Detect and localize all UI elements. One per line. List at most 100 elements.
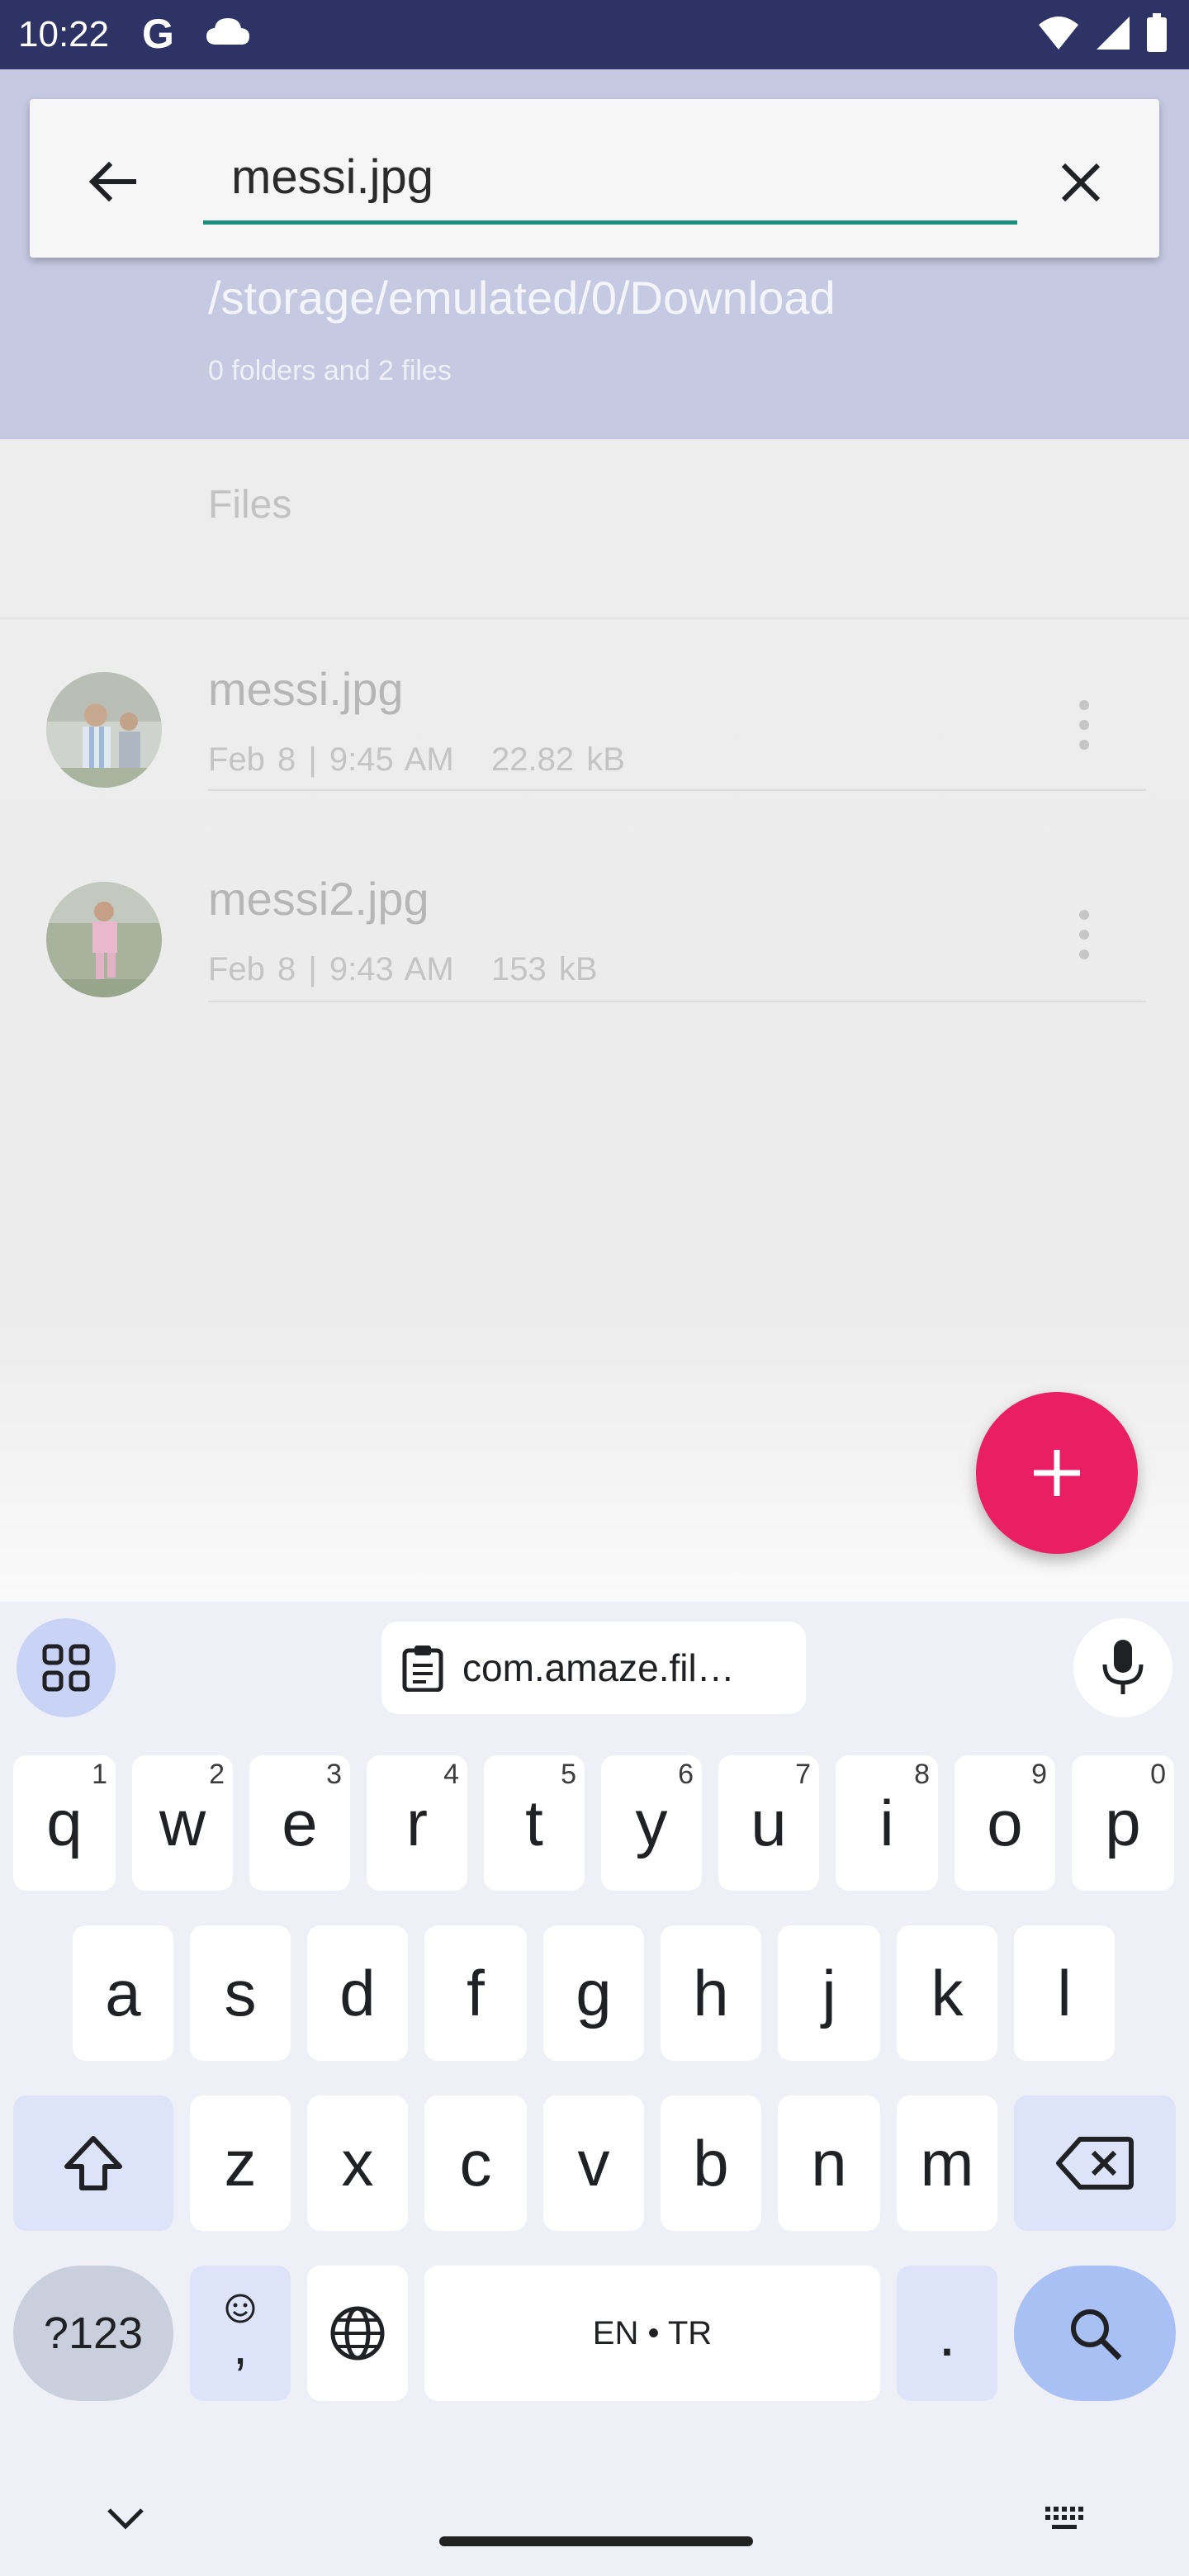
key-p[interactable]: p0: [1072, 1755, 1174, 1891]
key-label: r: [406, 1786, 428, 1859]
clipboard-icon: [402, 1646, 443, 1692]
arrow-left-icon[interactable]: [79, 149, 145, 215]
key-label: u: [751, 1786, 787, 1859]
file-name: messi2.jpg: [208, 873, 429, 925]
list-item[interactable]: messi2.jpg Feb 8 | 9:43 AM 153 kB: [0, 829, 1189, 1040]
keyboard: com.amaze.fil… q1 w2 e3 r4 t5 y6 u7 i8 o…: [0, 1602, 1189, 2576]
key-label: o: [987, 1786, 1023, 1859]
microphone-icon: [1102, 1640, 1144, 1694]
more-vert-icon[interactable]: [1063, 692, 1105, 758]
plus-icon: [1034, 1450, 1080, 1496]
key-h[interactable]: h: [661, 1925, 761, 2061]
keyboard-apps-button[interactable]: [17, 1618, 116, 1717]
symbols-key[interactable]: ?123: [13, 2266, 173, 2401]
key-x[interactable]: x: [307, 2095, 408, 2231]
file-thumbnail: [46, 882, 162, 997]
more-vert-icon[interactable]: [1063, 902, 1105, 968]
file-meta: Feb 8 | 9:43 AM 153 kB: [208, 951, 598, 988]
key-hint: 2: [209, 1759, 225, 1790]
key-g[interactable]: g: [543, 1925, 644, 2061]
key-hint: 9: [1031, 1759, 1047, 1790]
shift-key[interactable]: [13, 2095, 173, 2231]
key-r[interactable]: r4: [367, 1755, 467, 1891]
key-k[interactable]: k: [897, 1925, 997, 2061]
key-z[interactable]: z: [190, 2095, 291, 2231]
key-label: e: [282, 1786, 318, 1859]
search-bar: [30, 99, 1159, 258]
key-d[interactable]: d: [307, 1925, 408, 2061]
key-label: t: [525, 1786, 543, 1859]
file-date: Feb 8 | 9:43 AM: [208, 951, 454, 987]
key-n[interactable]: n: [778, 2095, 880, 2231]
chevron-down-icon[interactable]: [101, 2502, 150, 2535]
keyboard-switch-icon[interactable]: [1042, 2502, 1088, 2535]
key-i[interactable]: i8: [836, 1755, 938, 1891]
file-meta: Feb 8 | 9:45 AM 22.82 kB: [208, 741, 625, 779]
backspace-icon: [1056, 2137, 1134, 2190]
key-u[interactable]: u7: [718, 1755, 819, 1891]
file-name: messi.jpg: [208, 663, 404, 715]
key-b[interactable]: b: [661, 2095, 761, 2231]
file-date: Feb 8 | 9:45 AM: [208, 741, 454, 778]
section-header-files: Files: [208, 483, 292, 527]
key-t[interactable]: t5: [484, 1755, 585, 1891]
close-icon[interactable]: [1044, 145, 1118, 220]
key-label: w: [159, 1786, 206, 1859]
search-icon: [1071, 2309, 1122, 2361]
key-y[interactable]: y6: [601, 1755, 702, 1891]
grid-icon: [42, 1644, 90, 1692]
navigation-bar: [0, 2436, 1189, 2576]
key-e[interactable]: e3: [249, 1755, 350, 1891]
search-action-key[interactable]: [1014, 2266, 1176, 2401]
key-w[interactable]: w2: [132, 1755, 233, 1891]
language-key[interactable]: [307, 2266, 408, 2401]
key-q[interactable]: q1: [13, 1755, 116, 1891]
directory-summary: 0 folders and 2 files: [208, 355, 452, 386]
key-j[interactable]: j: [778, 1925, 880, 2061]
status-time: 10:22: [18, 14, 110, 54]
backspace-key[interactable]: [1014, 2095, 1176, 2231]
shift-icon: [64, 2136, 122, 2190]
key-hint: 4: [443, 1759, 459, 1790]
key-hint: 1: [92, 1759, 107, 1790]
search-input[interactable]: [203, 134, 1017, 225]
key-hint: 5: [561, 1759, 576, 1790]
google-icon: G: [142, 11, 174, 57]
key-l[interactable]: l: [1014, 1925, 1115, 2061]
clipboard-suggestion-chip[interactable]: com.amaze.fil…: [381, 1622, 806, 1714]
key-hint: 7: [795, 1759, 811, 1790]
battery-icon: [1147, 13, 1167, 52]
list-item[interactable]: messi.jpg Feb 8 | 9:45 AM 22.82 kB: [0, 618, 1189, 829]
key-s[interactable]: s: [190, 1925, 291, 2061]
signal-icon: [1097, 17, 1130, 50]
add-fab-button[interactable]: [976, 1392, 1138, 1554]
directory-path[interactable]: /storage/emulated/0/Download: [208, 271, 836, 324]
home-indicator[interactable]: [439, 2536, 753, 2546]
period-key[interactable]: .: [897, 2266, 997, 2401]
key-o[interactable]: o9: [955, 1755, 1055, 1891]
divider: [208, 1001, 1146, 1002]
key-v[interactable]: v: [543, 2095, 644, 2231]
key-hint: 0: [1150, 1759, 1166, 1790]
key-hint: 3: [326, 1759, 342, 1790]
key-label: y: [635, 1786, 668, 1859]
voice-input-button[interactable]: [1073, 1618, 1172, 1717]
emoji-comma-key[interactable]: ,: [190, 2266, 291, 2401]
file-thumbnail: [46, 672, 162, 788]
key-f[interactable]: f: [424, 1925, 527, 2061]
divider: [208, 789, 1146, 791]
wifi-icon: [1039, 17, 1078, 50]
key-label: p: [1105, 1786, 1141, 1859]
key-m[interactable]: m: [897, 2095, 997, 2231]
key-a[interactable]: a: [73, 1925, 173, 2061]
comma-label: ,: [233, 2316, 248, 2375]
key-c[interactable]: c: [424, 2095, 527, 2231]
key-label: i: [879, 1786, 894, 1859]
cloud-icon: [206, 18, 249, 45]
clipboard-text: com.amaze.fil…: [462, 1646, 735, 1689]
status-bar: 10:22 G: [0, 0, 1189, 69]
space-key[interactable]: EN • TR: [424, 2266, 880, 2401]
file-size: 22.82 kB: [491, 741, 625, 778]
key-label: q: [46, 1786, 83, 1859]
globe-icon: [330, 2306, 385, 2361]
